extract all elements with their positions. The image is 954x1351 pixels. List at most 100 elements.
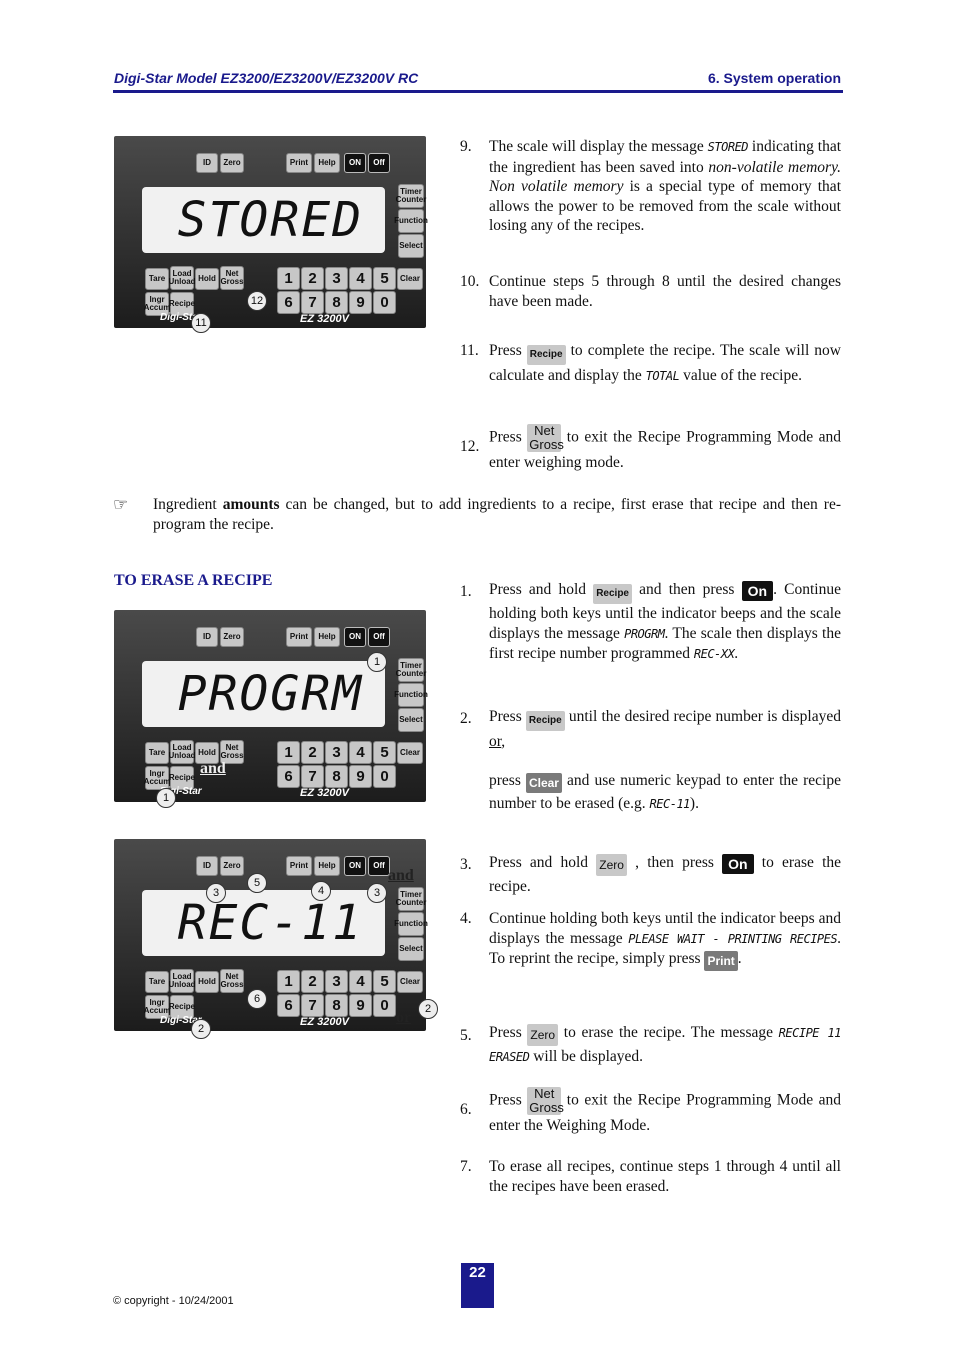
erase-step-7: 7. To erase all recipes, continue steps 1…: [460, 1157, 841, 1196]
text: and then press: [632, 581, 742, 598]
help-key: Help: [314, 627, 340, 647]
on-key: On: [741, 581, 774, 601]
annotation-text: and: [200, 760, 226, 777]
pointing-hand-icon: 3: [206, 883, 226, 903]
text: Press: [489, 428, 528, 446]
indicator-panel-rec11: ID Zero Print Help ON Off Timer Counter Functio…: [114, 839, 438, 1039]
on-key: ON: [344, 856, 366, 876]
text: or: [489, 733, 502, 750]
text: Press: [489, 1024, 528, 1041]
text: Press: [489, 342, 527, 359]
text: ,: [501, 733, 506, 750]
manual-page: Digi-Star Model EZ3200/EZ3200V/EZ3200V R…: [0, 0, 954, 1351]
indicator-panel-stored: ID Zero Print Help ON Off Timer Counter Functio…: [114, 136, 428, 333]
model-label: EZ 3200V: [300, 1016, 349, 1028]
display-readout: PROGRM: [142, 661, 385, 727]
copyright: © copyright - 10/24/2001: [113, 1295, 234, 1307]
digit-key-7: 7: [301, 994, 324, 1017]
clear-key: Clear: [397, 268, 423, 290]
digit-key-4: 4: [349, 741, 372, 764]
clear-key: Clear: [525, 773, 562, 793]
on-key: ON: [344, 153, 366, 173]
text: , then press: [626, 854, 723, 871]
text: Press and hold: [489, 581, 594, 598]
text: to erase the recipe. The message: [558, 1024, 779, 1041]
pointing-hand-icon: 12: [247, 291, 267, 311]
step-12: 12. Press Net Gross to exit the Recipe Pr…: [460, 424, 841, 473]
text: To erase all recipes, continue steps 1 t…: [489, 1158, 841, 1195]
function-key: Function: [394, 209, 428, 233]
display-message: REC-XX: [693, 647, 735, 661]
step-9: 9. The scale will display the message STO…: [460, 137, 841, 236]
erase-step-3: 3. Press and hold Zero , then press On to…: [460, 852, 841, 897]
digit-key-6: 6: [277, 994, 300, 1017]
zero-key: Zero: [220, 856, 244, 876]
pointing-hand-icon: 1: [156, 788, 176, 808]
help-key: Help: [314, 153, 340, 173]
digit-key-5: 5: [373, 267, 396, 290]
timer-key: Timer Counter: [396, 887, 426, 911]
step-number: 10.: [460, 273, 480, 290]
display-message: PLEASE WAIT - PRINTING RECIPES: [628, 931, 838, 946]
function-key: Function: [394, 683, 428, 707]
digit-key-6: 6: [277, 765, 300, 788]
pointing-hand-icon: 2: [418, 999, 438, 1019]
print-key: Print: [286, 153, 312, 173]
erase-step-1: 1. Press and hold Recipe and then press O…: [460, 580, 841, 664]
erase-step-4: 4. Continue holding both keys until the i…: [460, 909, 841, 971]
digit-key-4: 4: [349, 267, 372, 290]
select-key: Select: [398, 708, 424, 732]
text: value of the recipe.: [679, 367, 802, 384]
erase-step-2: 2. Press Recipe until the desired recipe …: [460, 706, 841, 752]
display-readout: REC-11: [142, 890, 385, 956]
digit-key-4: 4: [349, 970, 372, 993]
id-key: ID: [196, 856, 218, 876]
note: ☞ Ingredient amounts can be changed, but …: [113, 495, 841, 534]
digit-key-8: 8: [325, 291, 348, 314]
tare-key: Tare: [145, 971, 169, 993]
header-title: Digi-Star Model EZ3200/EZ3200V/EZ3200V R…: [114, 70, 419, 86]
digit-key-0: 0: [373, 994, 396, 1017]
off-key: Off: [368, 153, 390, 173]
text: Press: [489, 1091, 528, 1109]
text: Ingredient: [153, 496, 223, 513]
zero-key: Zero: [527, 1024, 559, 1046]
step-11: 11. Press Recipe to complete the recipe. …: [460, 340, 841, 387]
text: .: [737, 950, 742, 967]
id-key: ID: [196, 153, 218, 173]
erase-step-2-alt: press Clear and use numeric keypad to en…: [460, 770, 841, 815]
digit-key-5: 5: [373, 741, 396, 764]
select-key: Select: [398, 937, 424, 961]
text: .: [734, 645, 739, 662]
pointing-hand-icon: 6: [247, 989, 267, 1009]
text: Continue steps 5 through 8 until the des…: [489, 273, 841, 310]
digit-key-0: 0: [373, 291, 396, 314]
text: amounts: [222, 496, 280, 513]
pointing-hand-icon: ☞: [113, 495, 129, 514]
text: will be displayed.: [529, 1048, 644, 1065]
section-heading: TO ERASE A RECIPE: [114, 572, 273, 589]
off-key: Off: [368, 627, 390, 647]
on-key: On: [722, 854, 754, 874]
step-number: 11.: [460, 342, 479, 359]
display-message: STORED: [707, 140, 749, 154]
net-key: Net Gross: [220, 969, 244, 993]
pointing-hand-icon: 11: [191, 313, 211, 333]
digit-key-5: 5: [373, 970, 396, 993]
text: Press: [489, 708, 526, 725]
select-key: Select: [398, 234, 424, 258]
digit-key-2: 2: [301, 267, 324, 290]
tare-key: Tare: [145, 268, 169, 290]
header-section: 6. System operation: [707, 70, 841, 86]
pointing-hand-icon: 5: [247, 873, 267, 893]
net-key: Net Gross: [220, 266, 244, 290]
recipe-key: Recipe: [525, 711, 565, 731]
model-label: EZ 3200V: [300, 313, 349, 325]
zero-key: Zero: [596, 854, 627, 876]
step-number: 12.: [460, 438, 480, 455]
off-key: Off: [368, 856, 390, 876]
recipe-key: Recipe: [593, 584, 632, 604]
step-number: 3.: [460, 856, 472, 873]
erase-step-6: 6. Press Net Gross to exit the Recipe Pro…: [460, 1087, 841, 1136]
digit-key-9: 9: [349, 765, 372, 788]
